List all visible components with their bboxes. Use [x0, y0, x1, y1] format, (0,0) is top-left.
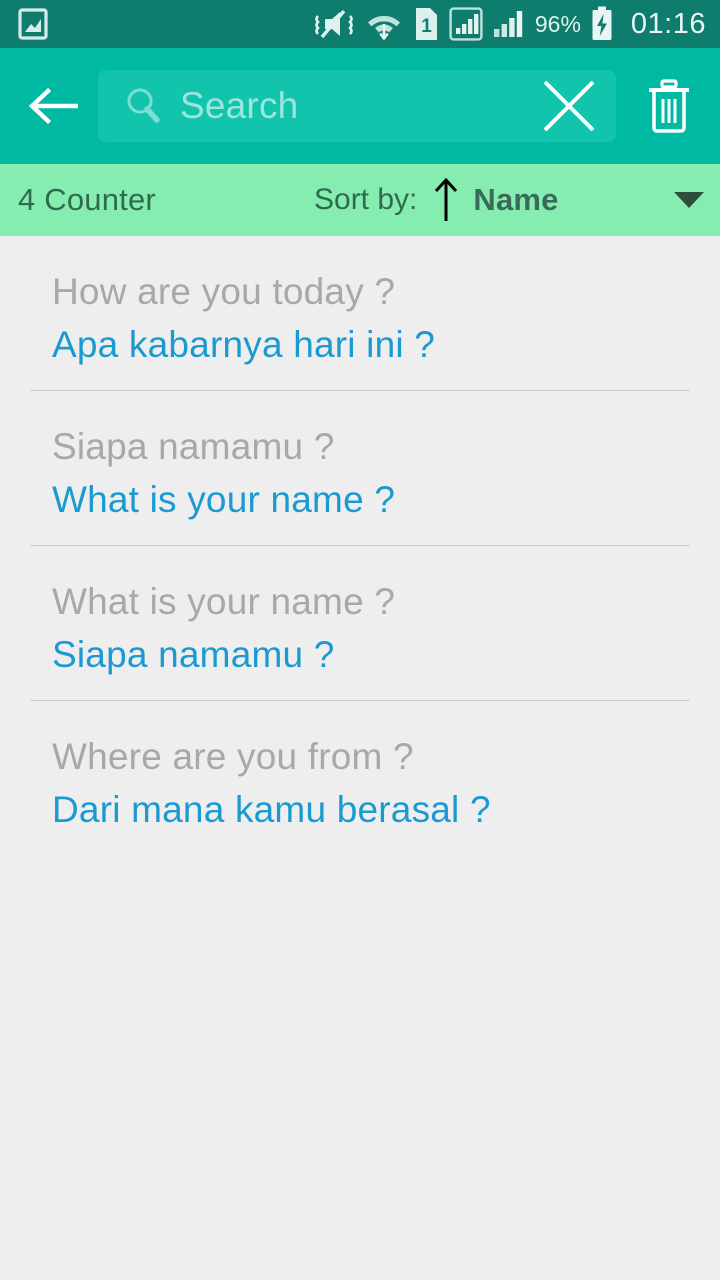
list-item-content: What is your name ? Siapa namamu ?: [32, 546, 688, 681]
list-item-content: How are you today ? Apa kabarnya hari in…: [32, 236, 688, 371]
target-text: Dari mana kamu berasal ?: [52, 788, 491, 830]
source-text: Siapa namamu ?: [52, 426, 335, 467]
svg-text:1: 1: [421, 16, 432, 37]
arrow-up-icon[interactable]: [433, 177, 459, 223]
search-input[interactable]: Search: [180, 85, 536, 127]
status-bar: 1 96% 01:16: [0, 0, 720, 48]
list-item-content: Siapa namamu ? What is your name ?: [32, 391, 688, 526]
vibrate-mute-icon: [312, 8, 356, 40]
sort-control[interactable]: Sort by: Name: [314, 177, 559, 223]
counter-label: 4 Counter: [18, 182, 156, 217]
list-item[interactable]: Siapa namamu ? What is your name ?: [0, 391, 720, 546]
app-root: 1 96% 01:16 Search 4 Counter Sort by: Na…: [0, 0, 720, 1280]
status-bar-icons: 1 96% 01:16: [312, 6, 706, 42]
battery-charging-icon: [590, 6, 614, 42]
back-arrow-icon: [26, 85, 82, 127]
close-icon: [538, 75, 600, 137]
target-text: Siapa namamu ?: [52, 633, 335, 675]
sort-by-label: Sort by:: [314, 183, 418, 216]
list-item[interactable]: How are you today ? Apa kabarnya hari in…: [0, 236, 720, 391]
search-field[interactable]: Search: [98, 70, 616, 142]
source-text: Where are you from ?: [52, 736, 414, 777]
signal-bars-icon: [492, 7, 526, 41]
search-icon: [124, 86, 162, 126]
back-button[interactable]: [22, 74, 86, 138]
signal-bars-boxed-icon: [449, 7, 483, 41]
source-text: How are you today ?: [52, 271, 396, 312]
clear-search-button[interactable]: [536, 73, 602, 139]
phrase-list: How are you today ? Apa kabarnya hari in…: [0, 236, 720, 856]
sort-bar: 4 Counter Sort by: Name: [0, 164, 720, 236]
battery-percent-label: 96%: [534, 10, 581, 37]
wifi-icon: [365, 7, 403, 41]
list-item[interactable]: Where are you from ? Dari mana kamu bera…: [0, 701, 720, 856]
chevron-down-icon[interactable]: [672, 189, 706, 211]
trash-icon: [644, 78, 694, 134]
status-bar-clock: 01:16: [630, 7, 706, 40]
sim1-icon: 1: [412, 6, 440, 42]
search-toolbar: Search: [0, 48, 720, 164]
list-item-content: Where are you from ? Dari mana kamu bera…: [32, 701, 688, 836]
list-item[interactable]: What is your name ? Siapa namamu ?: [0, 546, 720, 701]
screenshot-image-icon: [18, 7, 48, 41]
source-text: What is your name ?: [52, 581, 396, 622]
status-bar-notifications: [18, 7, 312, 41]
target-text: Apa kabarnya hari ini ?: [52, 323, 436, 365]
delete-button[interactable]: [632, 69, 706, 143]
target-text: What is your name ?: [52, 478, 396, 520]
sort-value-label[interactable]: Name: [473, 182, 558, 218]
